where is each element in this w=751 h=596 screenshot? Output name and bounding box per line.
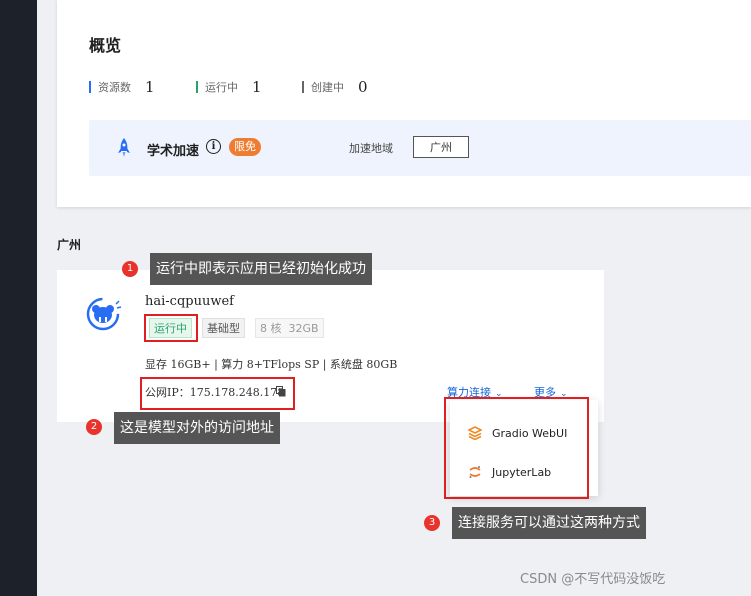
sidebar <box>0 0 37 596</box>
stat-value: 1 <box>145 78 155 96</box>
callout-number: 3 <box>424 515 440 531</box>
instance-name[interactable]: hai-cqpuuwef <box>145 294 234 309</box>
memory-value: 32GB <box>288 322 319 335</box>
highlight-ip-box <box>140 377 295 410</box>
limited-free-badge: 限免 <box>229 138 261 156</box>
cores-value: 8 核 <box>260 322 282 335</box>
instance-type-tag: 基础型 <box>202 318 245 338</box>
stat-bar <box>89 81 91 93</box>
callout-text: 运行中即表示应用已经初始化成功 <box>150 253 372 285</box>
watermark: CSDN @不写代码没饭吃 <box>520 572 666 587</box>
stat-bar <box>302 81 304 93</box>
stat-creating: 创建中 0 <box>302 78 368 96</box>
academic-acceleration-title: 学术加速 <box>147 144 200 159</box>
instance-specs: 显存 16GB+ | 算力 8+TFlops SP | 系统盘 80GB <box>145 358 398 371</box>
callout-number: 2 <box>86 419 102 435</box>
highlight-connect-box <box>444 397 589 499</box>
callout-text: 这是模型对外的访问地址 <box>114 412 280 444</box>
overview-card: 概览 资源数 1 运行中 1 创建中 0 学术加速 i 限免 加速地域 广州 <box>57 0 751 207</box>
overview-title: 概览 <box>89 36 122 55</box>
stat-label: 资源数 <box>98 81 131 94</box>
info-icon[interactable]: i <box>206 139 221 154</box>
rocket-icon <box>118 138 130 157</box>
stat-label: 创建中 <box>311 81 344 94</box>
acceleration-region-label: 加速地域 <box>349 142 393 155</box>
highlight-status-box <box>144 314 198 342</box>
stat-bar <box>196 81 198 93</box>
callout-number: 1 <box>122 261 138 277</box>
academic-acceleration-bar: 学术加速 i 限免 加速地域 广州 <box>89 120 751 176</box>
app-avatar <box>86 297 122 331</box>
stat-value: 1 <box>252 78 262 96</box>
stat-label: 运行中 <box>205 81 238 94</box>
stat-running: 运行中 1 <box>196 78 262 96</box>
stat-resource-count: 资源数 1 <box>89 78 155 96</box>
instance-spec-tag: 8 核 32GB <box>255 318 324 338</box>
stat-value: 0 <box>358 78 368 96</box>
acceleration-region-select[interactable]: 广州 <box>413 136 469 158</box>
region-section-title: 广州 <box>57 238 82 252</box>
callout-text: 连接服务可以通过这两种方式 <box>452 507 646 539</box>
